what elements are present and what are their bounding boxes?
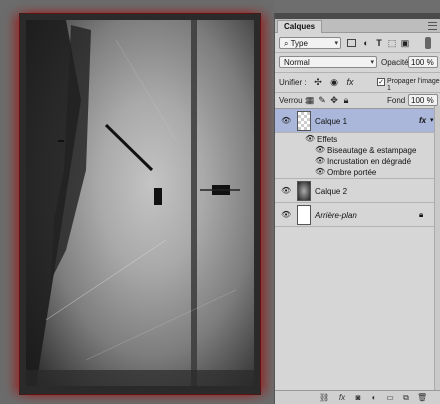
adjustment-filter-icon[interactable]: ◐	[361, 38, 371, 48]
link-icon[interactable]: ⛓	[319, 393, 329, 403]
fx-icon[interactable]: fx	[419, 116, 426, 125]
lock-label: Verrou :	[279, 96, 308, 105]
filter-row: ⌕ Type ▾ ◐ T ⬚ ▣	[275, 35, 440, 51]
group-folder-icon[interactable]: ▭	[385, 393, 395, 403]
opacity-value: 100 %	[411, 58, 434, 67]
new-layer-icon[interactable]: ⧉	[401, 393, 411, 403]
effect-eye-icon[interactable]: 👁︎	[315, 146, 325, 154]
layer-calque-1[interactable]: 👁︎ Calque 1 fx ▾	[275, 109, 440, 133]
filter-toggle-icon[interactable]	[425, 37, 431, 49]
layer-calque-2[interactable]: 👁︎ Calque 2	[275, 179, 440, 203]
mask-icon[interactable]: ◙	[353, 393, 363, 403]
layer-thumbnail	[297, 205, 311, 225]
layer-name[interactable]: Calque 2	[315, 187, 347, 196]
collapse-arrow-icon[interactable]: ▾	[430, 116, 434, 124]
effects-eye-icon[interactable]: 👁︎	[305, 135, 315, 143]
layers-scrollbar[interactable]	[434, 106, 440, 404]
chevron-down-icon: ▾	[370, 59, 374, 66]
divider	[275, 92, 440, 93]
lock-icon: 🔒︎	[419, 210, 424, 219]
divider	[275, 72, 440, 73]
text-filter-icon[interactable]: T	[374, 38, 384, 48]
effects-label: Effets	[317, 135, 338, 144]
effect-gradient-overlay[interactable]: Incrustation en dégradé	[327, 157, 411, 166]
visibility-eye-icon[interactable]: 👁︎	[281, 187, 291, 195]
lock-pixels-icon[interactable]: ✎	[317, 95, 327, 105]
smart-object-filter-icon[interactable]: ▣	[400, 38, 410, 48]
blend-mode-select[interactable]: Normal ▾	[279, 56, 377, 68]
fx-icon[interactable]: fx	[337, 393, 347, 403]
unify-position-icon[interactable]: ✣	[313, 77, 323, 87]
layer-name[interactable]: Arrière-plan	[315, 211, 357, 220]
shape-filter-icon[interactable]: ⬚	[387, 38, 397, 48]
unify-style-icon[interactable]: fx	[345, 77, 355, 87]
unify-label: Unifier :	[279, 78, 307, 87]
adjustment-icon[interactable]: ◐	[369, 393, 379, 403]
lock-row: Verrou : ▦ ✎ ✥ 🔒︎ Fond : 100 %	[275, 94, 440, 108]
fill-value: 100 %	[411, 96, 434, 105]
lock-transparency-icon[interactable]: ▦	[305, 95, 315, 105]
layers-panel: Calques ⌕ Type ▾ ◐ T ⬚ ▣ Normal ▾ Opacit…	[274, 13, 440, 404]
panel-tab-row: Calques	[275, 19, 440, 33]
layer-thumbnail	[297, 181, 311, 201]
chevron-down-icon: ▾	[334, 40, 338, 47]
effect-drop-shadow[interactable]: Ombre portée	[327, 168, 376, 177]
propagate-label: Propager l'image 1	[387, 78, 440, 92]
effect-eye-icon[interactable]: 👁︎	[315, 157, 325, 165]
fill-label: Fond :	[387, 96, 410, 105]
grunge-photo	[26, 20, 254, 386]
propagate-checkbox[interactable]: ✓	[377, 78, 385, 86]
effect-eye-icon[interactable]: 👁︎	[315, 168, 325, 176]
lock-all-icon[interactable]: 🔒︎	[341, 95, 351, 105]
panel-menu-icon[interactable]	[428, 22, 437, 30]
layers-bottom-toolbar: ⛓ fx ◙ ◐ ▭ ⧉ 🗑︎	[275, 390, 440, 404]
visibility-eye-icon[interactable]: 👁︎	[281, 117, 291, 125]
unify-row: Unifier : ✣ ◉ fx ✓ Propager l'image 1	[275, 74, 440, 92]
tab-calques[interactable]: Calques	[277, 20, 323, 33]
document-canvas[interactable]	[0, 0, 274, 404]
divider	[275, 52, 440, 53]
blend-row: Normal ▾ Opacité : 100 %	[275, 54, 440, 70]
layer-effects-group: 👁︎ Effets 👁︎ Biseautage & estampage 👁︎ I…	[275, 133, 440, 179]
effect-bevel-emboss[interactable]: Biseautage & estampage	[327, 146, 416, 155]
filter-kind-select[interactable]: ⌕ Type ▾	[279, 37, 341, 49]
opacity-field[interactable]: 100 %	[408, 56, 438, 68]
unify-visibility-icon[interactable]: ◉	[329, 77, 339, 87]
document-frame	[20, 14, 260, 394]
visibility-eye-icon[interactable]: 👁︎	[281, 211, 291, 219]
layer-background[interactable]: 👁︎ Arrière-plan 🔒︎	[275, 203, 440, 227]
trash-icon[interactable]: 🗑︎	[417, 393, 427, 403]
lock-position-icon[interactable]: ✥	[329, 95, 339, 105]
image-filter-icon[interactable]	[347, 39, 356, 47]
blend-mode-value: Normal	[284, 58, 310, 67]
filter-kind-label: Type	[290, 39, 308, 48]
layer-thumbnail	[297, 111, 311, 131]
fill-field[interactable]: 100 %	[408, 94, 438, 106]
layer-name[interactable]: Calque 1	[315, 117, 347, 126]
